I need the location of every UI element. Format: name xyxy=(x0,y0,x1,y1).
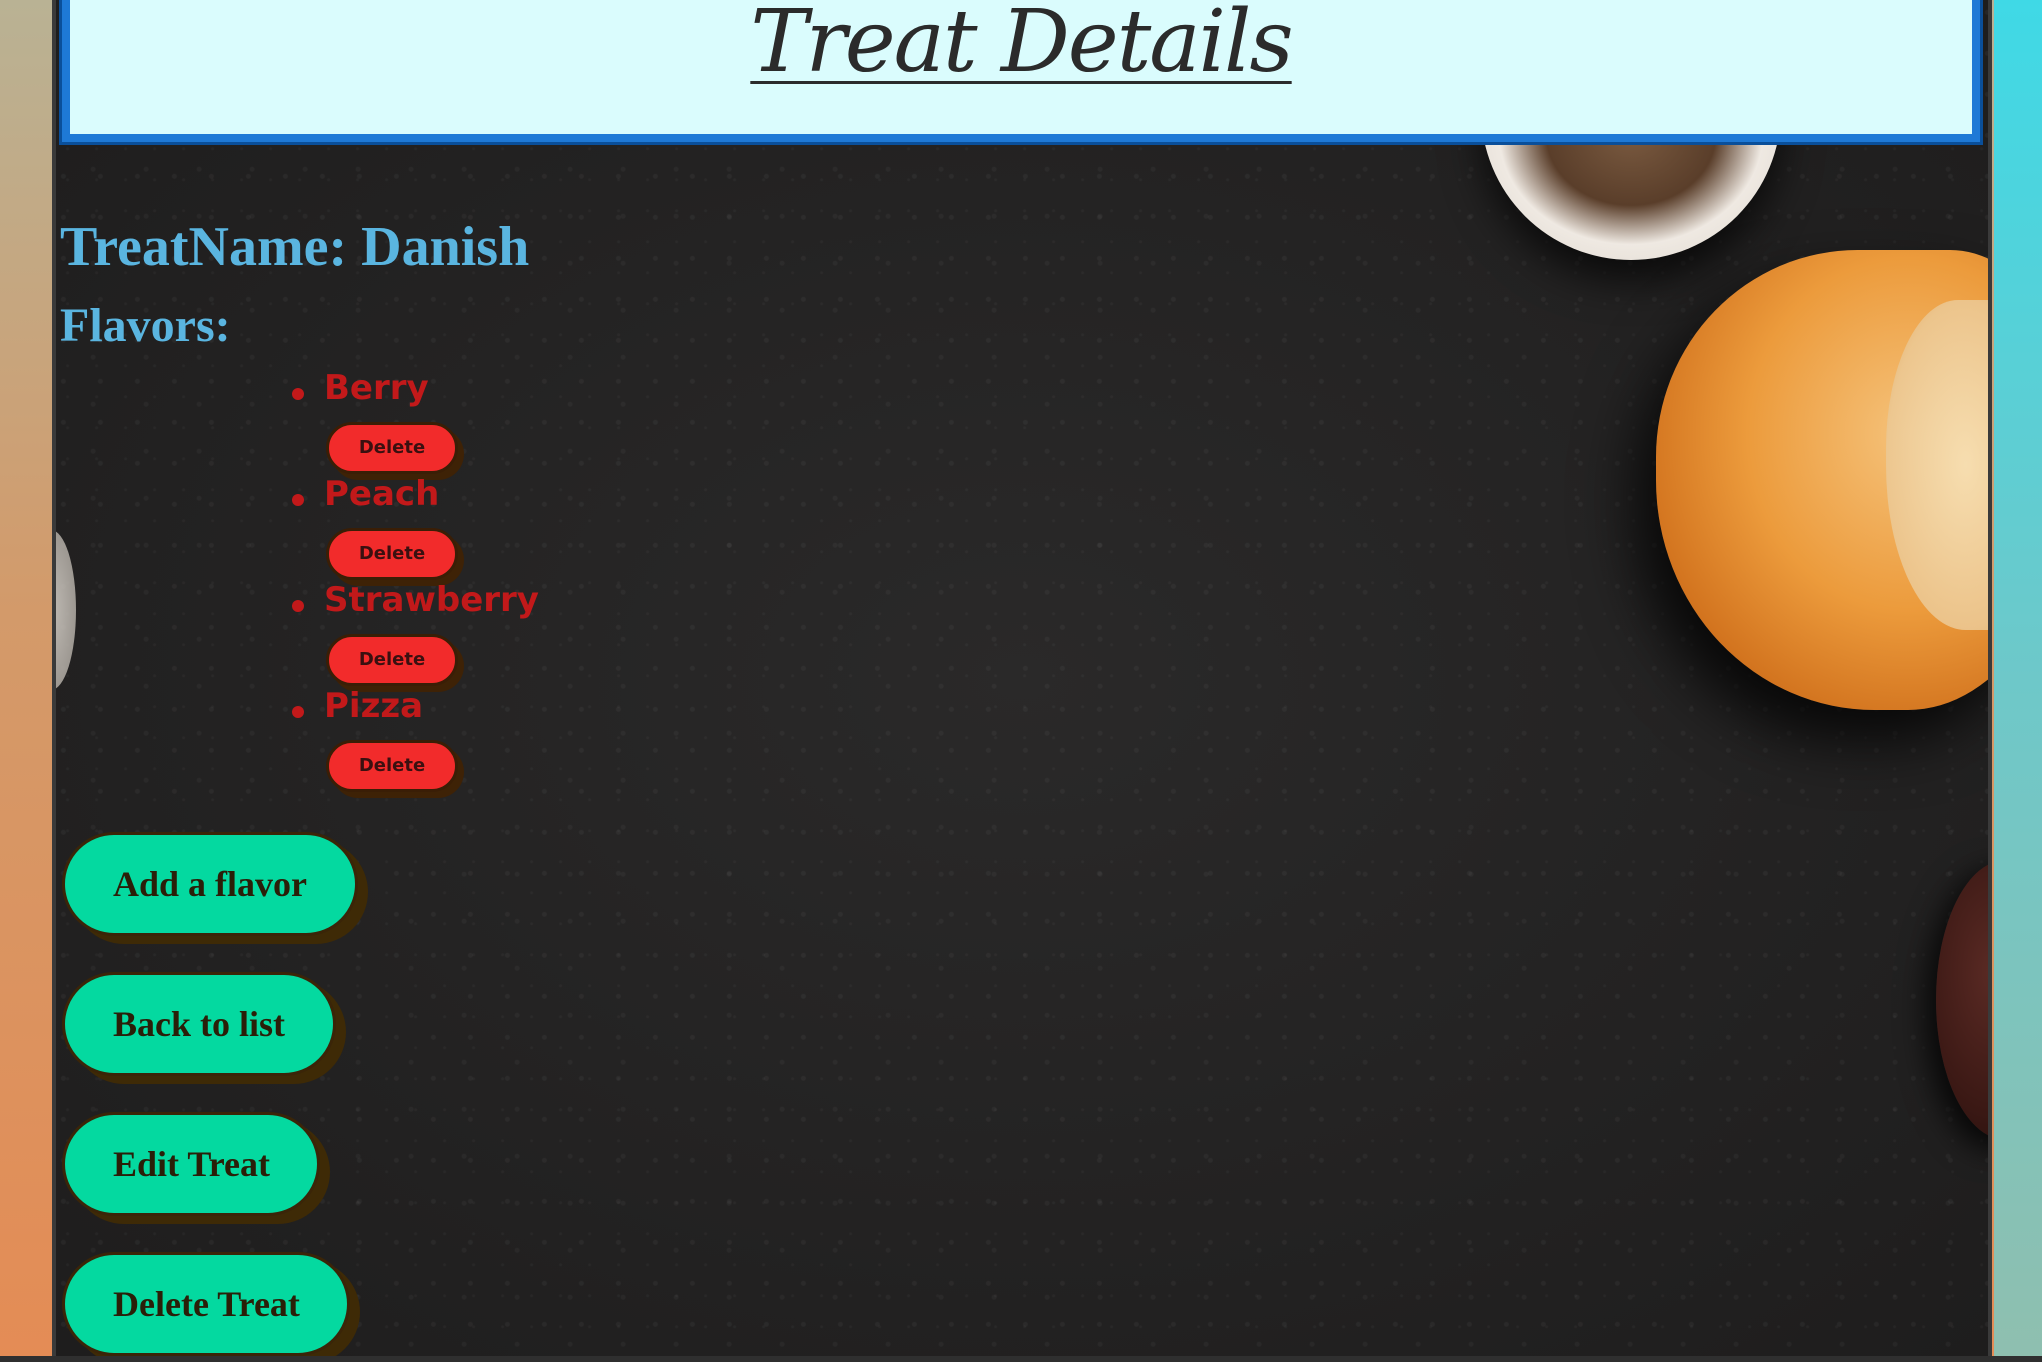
edit-treat-button[interactable]: Edit Treat xyxy=(62,1112,320,1216)
bullet-icon xyxy=(292,600,304,612)
add-flavor-button[interactable]: Add a flavor xyxy=(62,832,358,936)
page-title: Treat Details xyxy=(750,0,1293,92)
flavor-name: Strawberry xyxy=(324,580,539,620)
right-background-strip xyxy=(1994,0,2042,1362)
delete-flavor-button[interactable]: Delete xyxy=(326,422,458,474)
back-to-list-button[interactable]: Back to list xyxy=(62,972,336,1076)
delete-flavor-button[interactable]: Delete xyxy=(326,528,458,580)
delete-flavor-button[interactable]: Delete xyxy=(326,634,458,686)
delete-treat-button[interactable]: Delete Treat xyxy=(62,1252,350,1356)
chocolate-pastry-image xyxy=(1936,860,1988,1140)
bullet-icon xyxy=(292,388,304,400)
flavor-name: Pizza xyxy=(324,686,424,726)
flavor-name: Peach xyxy=(324,474,440,514)
treat-name-heading: TreatName: Danish xyxy=(60,216,530,278)
left-pastry-image xyxy=(56,530,76,690)
page-header: Treat Details xyxy=(62,0,1980,142)
bullet-icon xyxy=(292,494,304,506)
bullet-icon xyxy=(292,706,304,718)
bottom-divider xyxy=(0,1356,2042,1362)
flavor-name: Berry xyxy=(324,368,429,408)
flavors-heading: Flavors: xyxy=(60,299,231,352)
delete-flavor-button[interactable]: Delete xyxy=(326,740,458,792)
